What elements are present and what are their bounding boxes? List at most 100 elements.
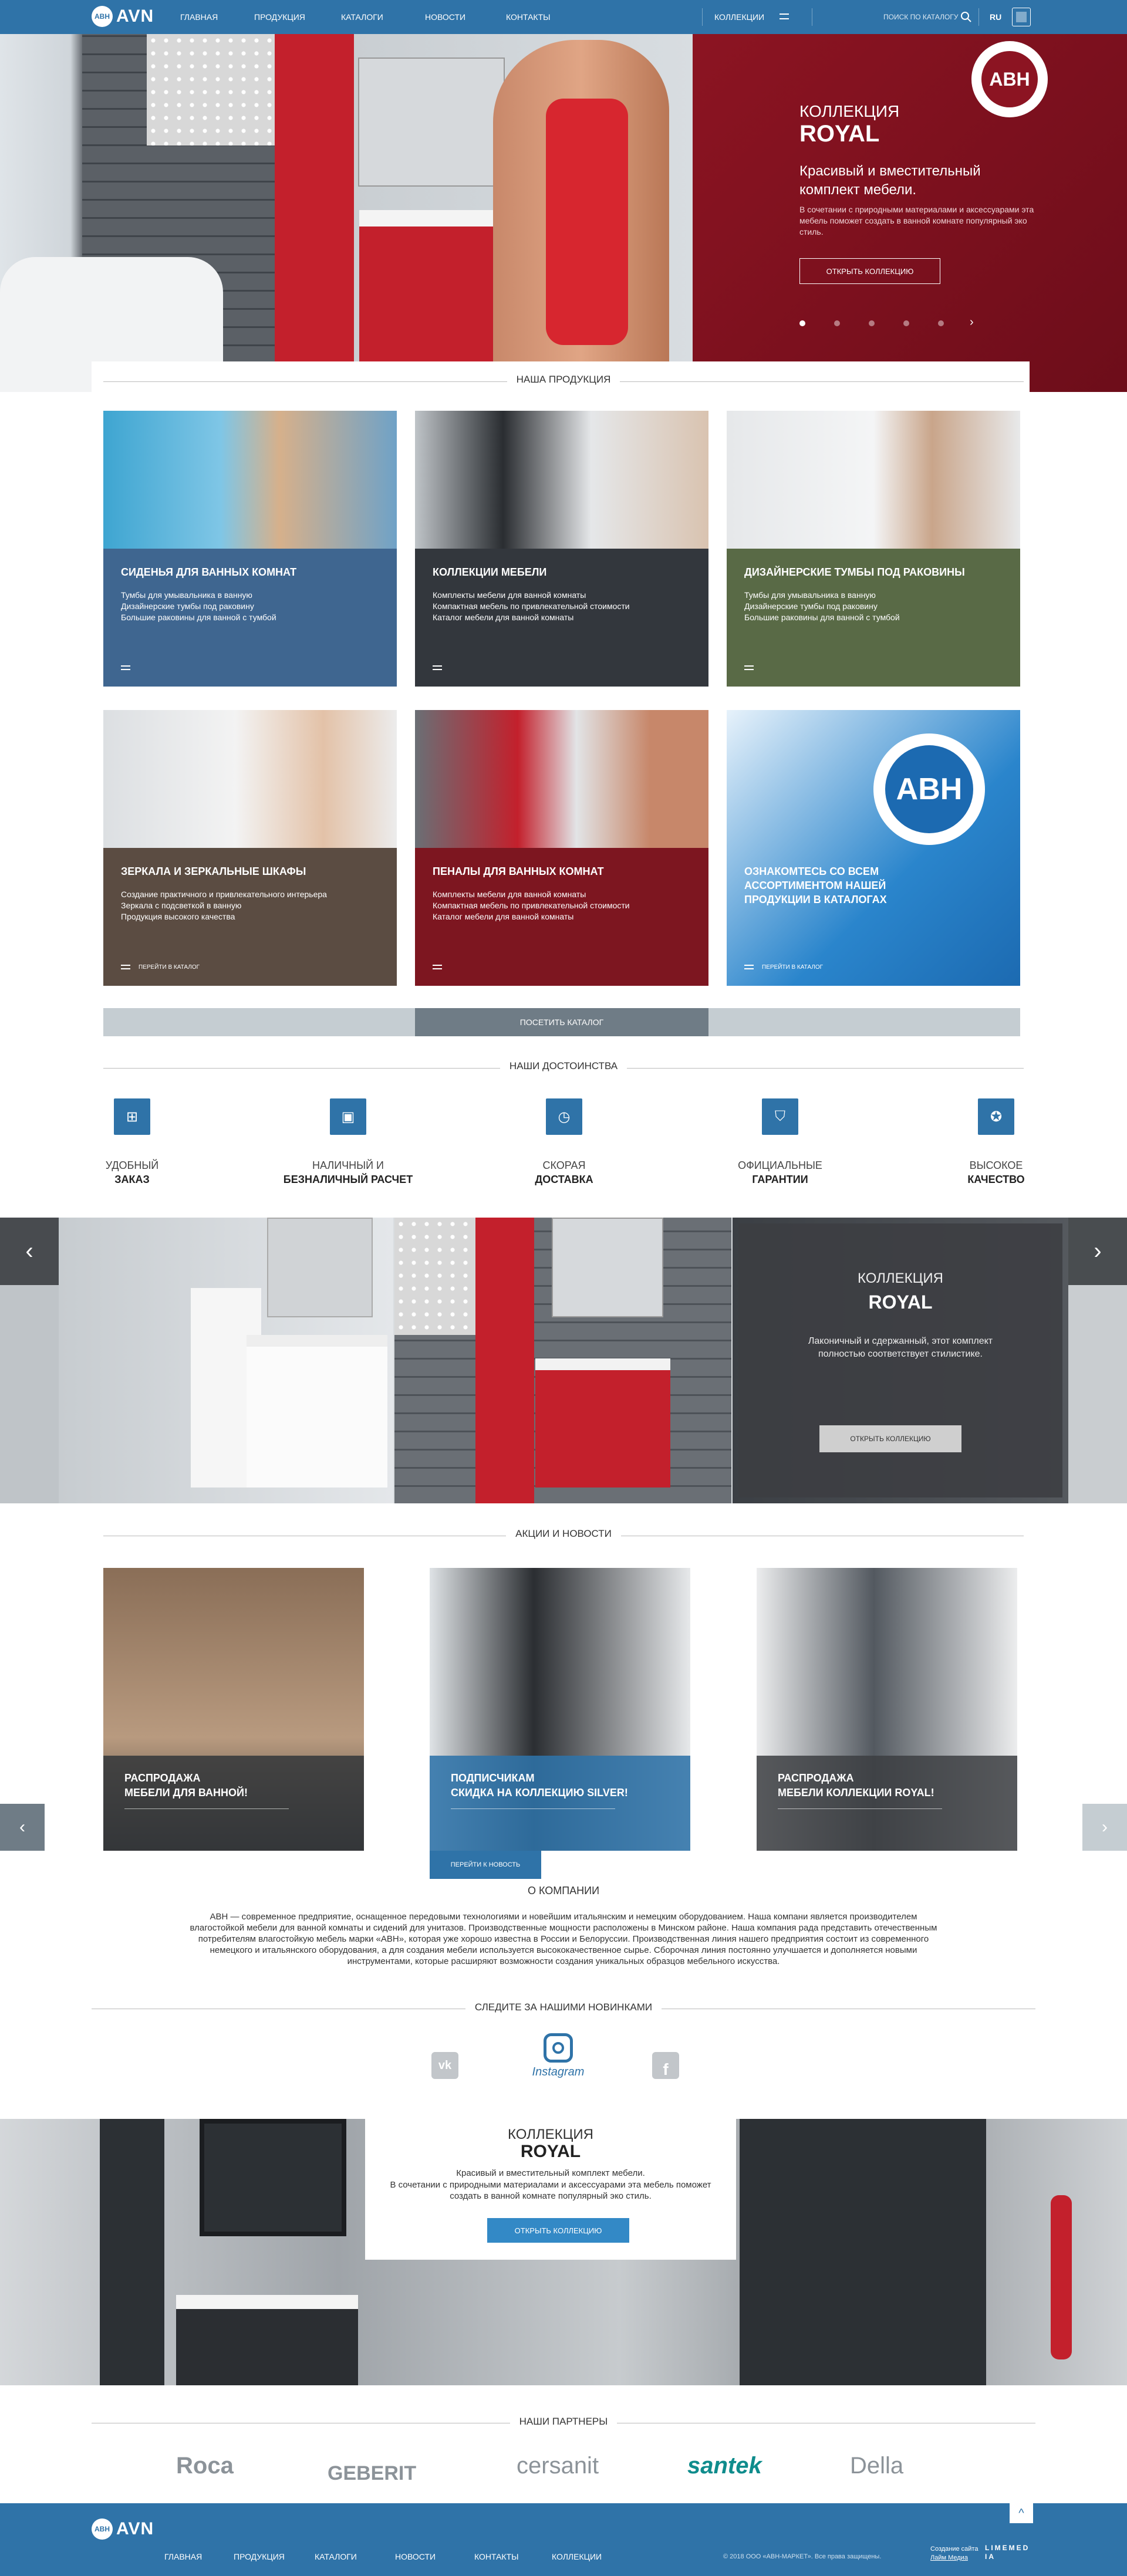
collection-open-button[interactable]: ОТКРЫТЬ КОЛЛЕКЦИЮ — [819, 1425, 961, 1452]
partner-della[interactable]: Della — [850, 2453, 903, 2479]
brand-badge: АВН — [971, 41, 1048, 117]
collection-text: Лаконичный и сдержанный, этот комплект п… — [808, 1336, 993, 1359]
studio-logo[interactable]: LIMEMEDIA — [985, 2544, 1032, 2561]
red-vanity — [535, 1358, 670, 1488]
footer-nav-news[interactable]: НОВОСТИ — [395, 2552, 436, 2561]
news-link[interactable]: ПЕРЕЙТИ К НОВОСТЬ — [430, 1851, 541, 1879]
black-cabinet — [740, 2119, 986, 2385]
product-card-line: Каталог мебели для ванной комнаты — [433, 912, 574, 921]
product-card-title: ОЗНАКОМТЕСЬ СО ВСЕМ АССОРТИМЕНТОМ НАШЕЙ … — [744, 866, 887, 905]
product-card-line: Создание практичного и привлекательного … — [121, 890, 327, 899]
news-card[interactable]: РАСПРОДАЖА МЕБЕЛИ КОЛЛЕКЦИИ ROYAL! — [757, 1568, 1017, 1851]
product-card[interactable]: ДИЗАЙНЕРСКИЕ ТУМБЫ ПОД РАКОВИНЫ Тумбы для… — [727, 411, 1020, 687]
advantage-line-2: ЗАКАЗ — [114, 1174, 150, 1185]
product-card[interactable]: ЗЕРКАЛА И ЗЕРКАЛЬНЫЕ ШКАФЫ Создание практ… — [103, 710, 397, 986]
partner-santek[interactable]: santek — [687, 2453, 762, 2479]
news-title: АКЦИИ И НОВОСТИ — [506, 1528, 621, 1539]
slider-dot[interactable] — [938, 320, 944, 326]
product-card-image — [727, 411, 1020, 549]
social-title-wrap: СЛЕДИТЕ ЗА НАШИМИ НОВИНКАМИ — [0, 2002, 1127, 2013]
slider-dot[interactable] — [903, 320, 909, 326]
partners-title: НАШИ ПАРТНЕРЫ — [509, 2416, 618, 2427]
product-card-image — [415, 411, 708, 549]
cart-icon: ⊞ — [114, 1098, 150, 1135]
facebook-icon[interactable]: f — [652, 2052, 679, 2079]
partner-geberit[interactable]: GEBERIT — [328, 2462, 416, 2485]
account-icon[interactable] — [1012, 8, 1031, 26]
nav-catalogs[interactable]: КАТАЛОГИ — [341, 12, 383, 22]
red-towel — [546, 99, 628, 345]
slider-next-arrow[interactable]: › — [1068, 1218, 1127, 1285]
news-caption-line-1: ПОДПИСЧИКАМ — [451, 1772, 535, 1784]
shield-icon: ⛉ — [762, 1098, 798, 1135]
hero-next-arrow[interactable]: › — [970, 316, 974, 329]
footer-nav-home[interactable]: ГЛАВНАЯ — [164, 2552, 202, 2561]
nav-products[interactable]: ПРОДУКЦИЯ — [254, 12, 305, 22]
instagram-icon[interactable] — [544, 2033, 573, 2063]
partner-roca[interactable]: Roca — [176, 2453, 234, 2479]
news-next-arrow[interactable]: › — [1082, 1804, 1127, 1851]
nav-collections[interactable]: КОЛЛЕКЦИИ — [714, 12, 764, 22]
partner-cersanit[interactable]: cersanit — [517, 2453, 599, 2479]
logo-badge: АВН — [92, 6, 113, 27]
product-card[interactable]: ПЕНАЛЫ ДЛЯ ВАННЫХ КОМНАТ Комплекты мебели… — [415, 710, 708, 986]
menu-icon[interactable] — [433, 965, 442, 969]
search-icon[interactable] — [960, 11, 972, 23]
vk-icon[interactable]: vk — [431, 2052, 458, 2079]
site-header: АВН AVN ГЛАВНАЯ ПРОДУКЦИЯ КАТАЛОГИ НОВОС… — [0, 0, 1127, 34]
product-card-body: ПЕНАЛЫ ДЛЯ ВАННЫХ КОМНАТ Комплекты мебели… — [415, 848, 708, 986]
about-text: АВН — современное предприятие, оснащенно… — [190, 1912, 937, 1966]
nav-news[interactable]: НОВОСТИ — [425, 12, 465, 22]
scroll-top-button[interactable]: ^ — [1010, 2503, 1033, 2523]
menu-icon[interactable] — [744, 665, 754, 670]
advantage-item: ◷ СКОРАЯ ДОСТАВКА — [497, 1098, 632, 1186]
news-caption: ПОДПИСЧИКАМ СКИДКА НА КОЛЛЕКЦИЮ SILVER! — [430, 1756, 690, 1851]
logo-text: AVN — [116, 6, 154, 26]
news-caption: РАСПРОДАЖА МЕБЕЛИ КОЛЛЕКЦИИ ROYAL! — [757, 1756, 1017, 1851]
catalog-link[interactable]: ПЕРЕЙТИ В КАТАЛОГ — [139, 964, 200, 971]
product-card-image — [415, 710, 708, 848]
brand-badge-text: АВН — [981, 51, 1038, 107]
search-input[interactable]: ПОИСК ПО КАТАЛОГУ — [883, 13, 958, 21]
nav-contacts[interactable]: КОНТАКТЫ — [506, 12, 551, 22]
credit-label: Создание сайта — [930, 2545, 978, 2553]
footer-logo[interactable]: АВН AVN — [92, 2518, 154, 2540]
logo[interactable]: АВН AVN — [92, 6, 154, 27]
menu-icon[interactable] — [121, 665, 130, 670]
slider-dot[interactable] — [869, 320, 875, 326]
news-prev-arrow[interactable]: ‹ — [0, 1804, 45, 1851]
product-card-image — [103, 411, 397, 549]
menu-icon[interactable] — [433, 665, 442, 670]
product-card-line: Дизайнерские тумбы под раковину — [121, 601, 254, 611]
brand-badge: АВН — [873, 733, 985, 845]
lang-switch[interactable]: RU — [990, 12, 1001, 22]
hero-open-collection-button[interactable]: ОТКРЫТЬ КОЛЛЕКЦИЮ — [799, 258, 940, 284]
product-card-line: Дизайнерские тумбы под раковину — [744, 601, 878, 611]
promo-line-2: В сочетании с природными материалами и а… — [390, 2180, 711, 2201]
news-card[interactable]: РАСПРОДАЖА МЕБЕЛИ ДЛЯ ВАННОЙ! — [103, 1568, 364, 1851]
product-card-line: Зеркала с подсветкой в ванную — [121, 901, 242, 910]
product-card[interactable]: КОЛЛЕКЦИИ МЕБЕЛИ Комплекты мебели для ван… — [415, 411, 708, 687]
footer-nav-collections[interactable]: КОЛЛЕКЦИИ — [552, 2552, 602, 2561]
catalog-link[interactable]: ПЕРЕЙТИ В КАТАЛОГ — [762, 964, 823, 971]
footer-nav-products[interactable]: ПРОДУКЦИЯ — [234, 2552, 285, 2561]
nav-home[interactable]: ГЛАВНАЯ — [180, 12, 218, 22]
footer-nav-catalogs[interactable]: КАТАЛОГИ — [315, 2552, 357, 2561]
news-card[interactable]: ПОДПИСЧИКАМ СКИДКА НА КОЛЛЕКЦИЮ SILVER! ПЕ… — [430, 1568, 690, 1879]
news-caption-line-1: РАСПРОДАЖА — [124, 1772, 201, 1784]
visit-catalog-button[interactable]: ПОСЕТИТЬ КАТАЛОГ — [415, 1008, 708, 1036]
footer-nav-contacts[interactable]: КОНТАКТЫ — [474, 2552, 519, 2561]
instagram-label[interactable]: Instagram — [526, 2065, 591, 2079]
slider-dot[interactable] — [834, 320, 840, 326]
advantage-line-2: КАЧЕСТВО — [967, 1174, 1025, 1185]
slider-dot[interactable] — [799, 320, 805, 326]
product-card[interactable]: СИДЕНЬЯ ДЛЯ ВАННЫХ КОМНАТ Тумбы для умыва… — [103, 411, 397, 687]
promo-open-collection-button[interactable]: ОТКРЫТЬ КОЛЛЕКЦИЮ — [487, 2218, 629, 2243]
credit-link[interactable]: Лайм Медиа — [930, 2554, 968, 2561]
products-title: НАША ПРОДУКЦИЯ — [507, 374, 620, 385]
social-title: СЛЕДИТЕ ЗА НАШИМИ НОВИНКАМИ — [465, 2002, 662, 2013]
advantage-item: ▣ НАЛИЧНЫЙ И БЕЗНАЛИЧНЫЙ РАСЧЕТ — [281, 1098, 416, 1186]
product-card[interactable]: АВН ОЗНАКОМТЕСЬ СО ВСЕМ АССОРТИМЕНТОМ НАШ… — [727, 710, 1020, 986]
collections-menu-icon[interactable] — [780, 13, 789, 19]
slider-prev-arrow[interactable]: ‹ — [0, 1218, 59, 1285]
